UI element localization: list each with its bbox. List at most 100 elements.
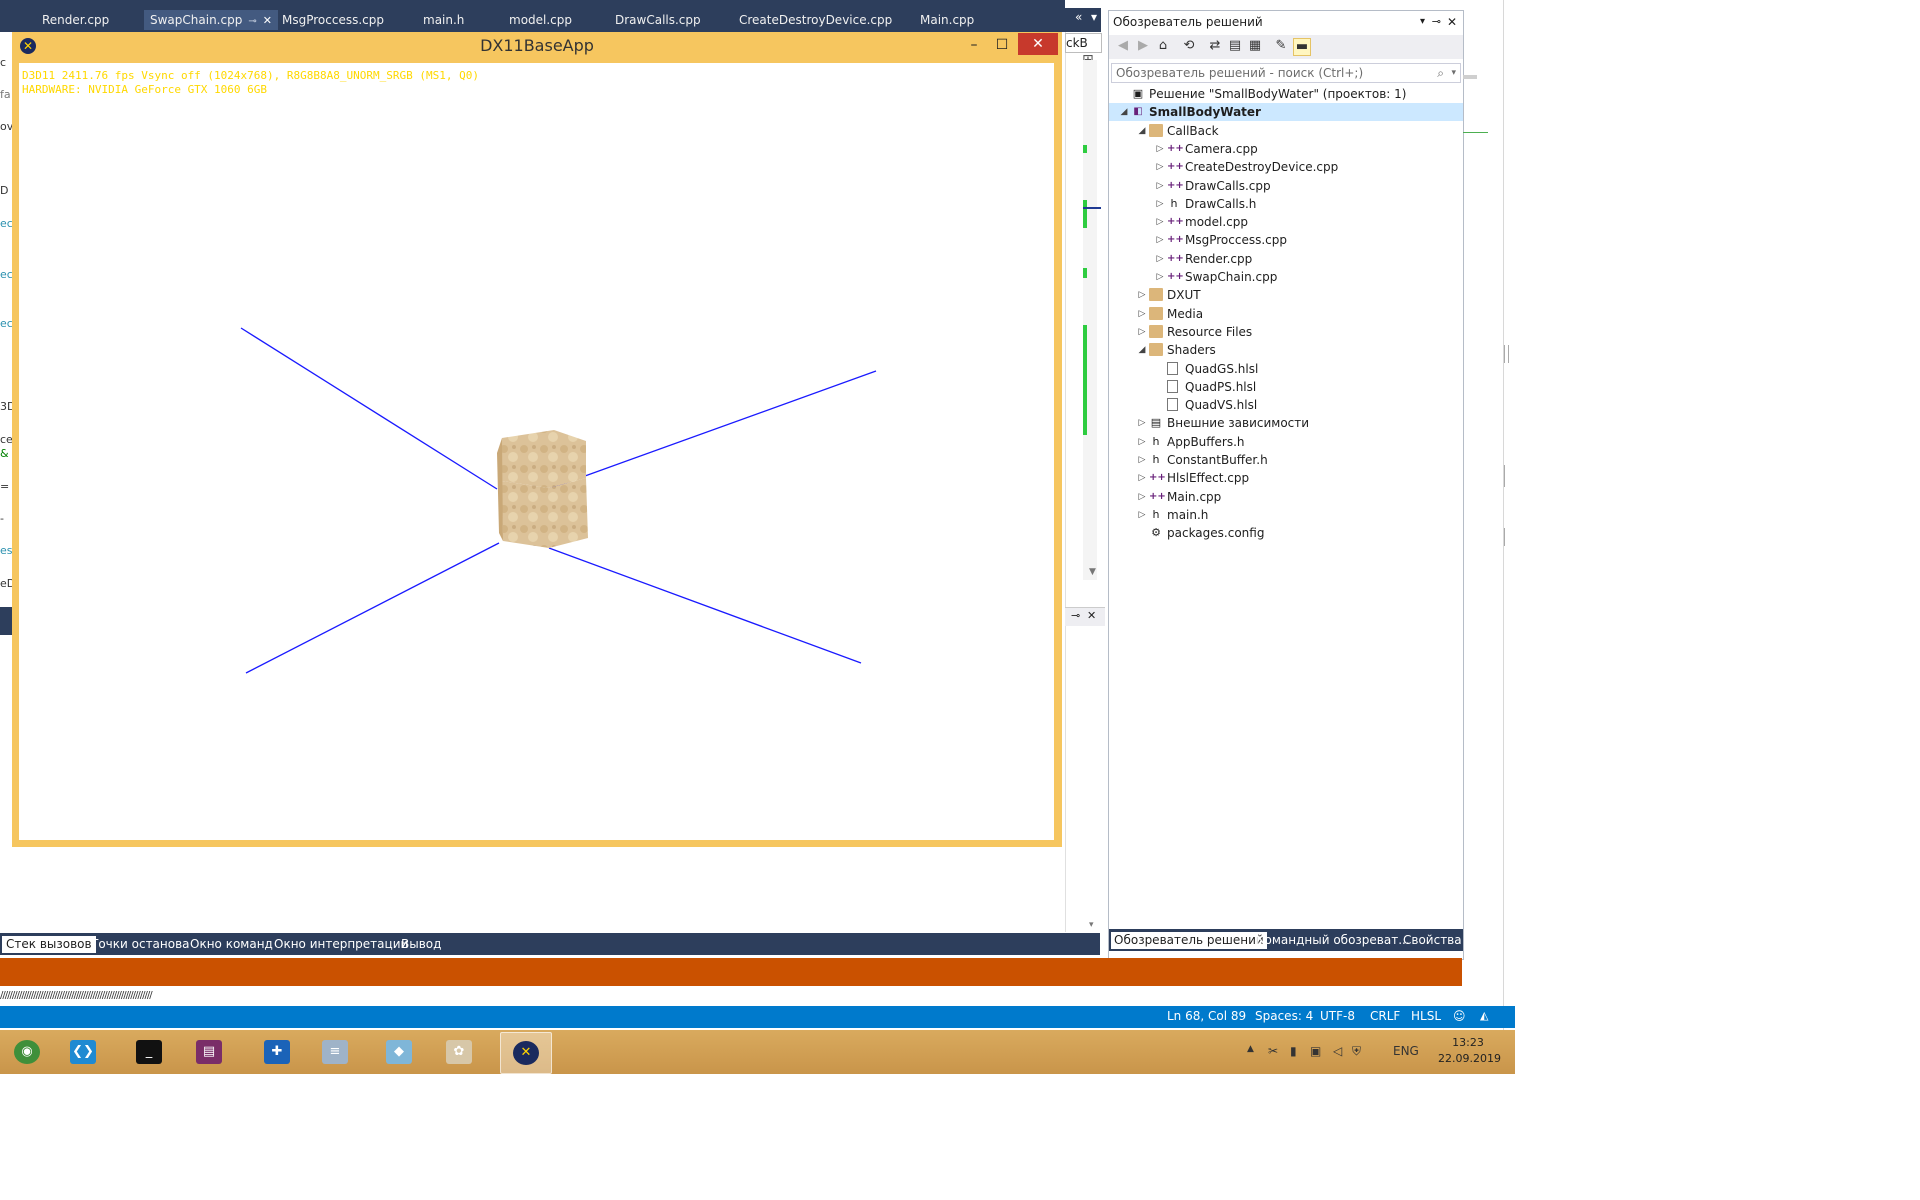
search-icon[interactable]: ⌕ <box>1437 64 1444 82</box>
close-icon[interactable]: ✕ <box>1087 609 1096 622</box>
pin-icon[interactable]: ⊸ <box>1071 609 1080 622</box>
tab-main-cpp[interactable]: Main.cpp <box>920 10 974 30</box>
tree-item[interactable]: QuadPS.hlsl <box>1109 378 1463 396</box>
expand-arrow-icon[interactable]: ▷ <box>1137 469 1147 487</box>
tree-item[interactable]: ▷ ++ HlslEffect.cpp <box>1109 469 1463 487</box>
taskbar-app-notepad[interactable]: ◆ <box>374 1032 424 1072</box>
tree-item[interactable]: ▷ ++ model.cpp <box>1109 213 1463 231</box>
notification-bell-icon[interactable]: ◭ <box>1480 1009 1488 1022</box>
cursor-position[interactable]: Ln 68, Col 89 <box>1167 1009 1246 1023</box>
tab-drawcalls-cpp[interactable]: DrawCalls.cpp <box>615 10 701 30</box>
expand-arrow-icon[interactable]: ▷ <box>1137 286 1147 304</box>
taskbar-app-vscode[interactable]: ❮❯ <box>58 1032 108 1072</box>
encoding[interactable]: UTF-8 <box>1320 1009 1355 1023</box>
pin-icon[interactable]: ⊸ <box>1432 11 1441 33</box>
expand-arrow-icon[interactable]: ◢ <box>1137 122 1147 140</box>
expand-arrow-icon[interactable]: ▷ <box>1155 195 1165 213</box>
taskbar-app-winrar[interactable]: ▤ <box>184 1032 234 1072</box>
render-viewport[interactable]: D3D11 2411.76 fps Vsync off (1024x768), … <box>19 63 1054 840</box>
line-ending[interactable]: CRLF <box>1370 1009 1400 1023</box>
tab-properties[interactable]: Свойства <box>1403 932 1462 949</box>
tree-item[interactable]: ▷ Media <box>1109 305 1463 323</box>
expand-arrow-icon[interactable]: ▷ <box>1155 250 1165 268</box>
tab-swapchain-cpp[interactable]: SwapChain.cpp ⊸ ✕ <box>144 10 278 30</box>
taskbar-app-dx11[interactable]: ✕ <box>500 1032 552 1074</box>
tree-item[interactable]: ▣ Решение "SmallBodyWater" (проектов: 1) <box>1109 85 1463 103</box>
overflow-tabs-icon[interactable]: « <box>1075 10 1082 24</box>
tree-item[interactable]: ▷ ++ DrawCalls.cpp <box>1109 177 1463 195</box>
forward-icon[interactable]: ▶ <box>1135 38 1151 54</box>
editor-scrollbar[interactable] <box>1083 60 1097 580</box>
tree-item[interactable]: QuadVS.hlsl <box>1109 396 1463 414</box>
expand-arrow-icon[interactable]: ▷ <box>1155 158 1165 176</box>
close-icon[interactable]: ✕ <box>263 14 272 27</box>
tree-item[interactable]: ⚙ packages.config <box>1109 524 1463 542</box>
preview-icon[interactable]: ▬ <box>1293 38 1311 56</box>
tab-output[interactable]: Вывод <box>401 936 441 953</box>
splitter-handle[interactable] <box>1504 528 1508 546</box>
expand-arrow-icon[interactable]: ▷ <box>1137 323 1147 341</box>
tree-item[interactable]: ▷ h AppBuffers.h <box>1109 433 1463 451</box>
language-mode[interactable]: HLSL <box>1411 1009 1441 1023</box>
tree-item[interactable]: ▷ ++ CreateDestroyDevice.cpp <box>1109 158 1463 176</box>
taskbar-app-defender[interactable]: ✚ <box>252 1032 302 1072</box>
history-icon[interactable]: ⟲ <box>1181 38 1197 54</box>
tree-item[interactable]: ▷ ++ Camera.cpp <box>1109 140 1463 158</box>
collapse-all-icon[interactable]: ▤ <box>1227 38 1243 54</box>
solution-search-input[interactable]: Обозреватель решений - поиск (Ctrl+;) ⌕ … <box>1111 63 1461 83</box>
tree-item[interactable]: ▷ DXUT <box>1109 286 1463 304</box>
tree-item[interactable]: ▷ ++ Render.cpp <box>1109 250 1463 268</box>
dx11-app-window[interactable]: ✕ DX11BaseApp – ☐ ✕ D3D11 2411.76 fps Vs… <box>12 32 1062 847</box>
home-icon[interactable]: ⌂ <box>1155 38 1171 54</box>
dropdown-icon[interactable]: ▾ <box>1420 11 1425 33</box>
member-combo[interactable]: ckB <box>1065 33 1102 53</box>
splitter-handle[interactable] <box>1504 465 1508 487</box>
tab-team-explorer[interactable]: Командный обозреват... <box>1256 932 1410 949</box>
chevron-down-icon[interactable]: ▾ <box>1451 64 1456 82</box>
pin-icon[interactable]: ⊸ <box>248 16 256 27</box>
tab-immediate-window[interactable]: Окно интерпретации <box>274 936 408 953</box>
sync-icon[interactable]: ⇄ <box>1207 38 1223 54</box>
expand-arrow-icon[interactable]: ▷ <box>1137 433 1147 451</box>
close-icon[interactable]: ✕ <box>1447 11 1457 33</box>
tray-network-icon[interactable]: ▣ <box>1310 1044 1321 1058</box>
tray-overflow-icon[interactable]: ▲ <box>1247 1044 1254 1054</box>
expand-arrow-icon[interactable]: ▷ <box>1155 140 1165 158</box>
expand-arrow-icon[interactable]: ◢ <box>1119 103 1129 121</box>
tree-item[interactable]: ▷ h main.h <box>1109 506 1463 524</box>
taskbar-app-stack[interactable]: ≡ <box>310 1032 360 1072</box>
scroll-down-icon[interactable]: ▼ <box>1089 567 1096 577</box>
expand-arrow-icon[interactable]: ▷ <box>1137 414 1147 432</box>
tray-tool-icon[interactable]: ✂ <box>1268 1044 1278 1058</box>
expand-arrow-icon[interactable]: ▷ <box>1155 177 1165 195</box>
minimize-button[interactable]: – <box>962 34 986 56</box>
tree-item[interactable]: ▷ Resource Files <box>1109 323 1463 341</box>
tab-main-h[interactable]: main.h <box>423 10 464 30</box>
maximize-button[interactable]: ☐ <box>990 34 1014 56</box>
expand-arrow-icon[interactable]: ▷ <box>1137 305 1147 323</box>
tab-model-cpp[interactable]: model.cpp <box>509 10 572 30</box>
taskbar-app-art[interactable]: ✿ <box>434 1032 484 1072</box>
splitter-handle[interactable] <box>1504 345 1509 363</box>
tree-item[interactable]: QuadGS.hlsl <box>1109 360 1463 378</box>
expand-arrow-icon[interactable]: ▷ <box>1155 213 1165 231</box>
taskbar-app-network[interactable]: ◉ <box>2 1032 52 1072</box>
indentation[interactable]: Spaces: 4 <box>1255 1009 1313 1023</box>
expand-arrow-icon[interactable]: ▷ <box>1155 231 1165 249</box>
show-all-icon[interactable]: ▦ <box>1247 38 1263 54</box>
tree-item[interactable]: ◢ CallBack <box>1109 122 1463 140</box>
expand-arrow-icon[interactable]: ▷ <box>1137 451 1147 469</box>
properties-icon[interactable]: ✎ <box>1273 38 1289 54</box>
tab-dropdown-icon[interactable]: ▾ <box>1091 10 1097 24</box>
tab-solution-explorer[interactable]: Обозреватель решений <box>1111 932 1267 949</box>
tab-msgproccess-cpp[interactable]: MsgProccess.cpp <box>282 10 384 30</box>
feedback-smiley-icon[interactable]: ☺ <box>1453 1009 1466 1023</box>
taskbar-clock[interactable]: 13:23 22.09.2019 <box>1438 1035 1501 1067</box>
tree-item[interactable]: ▷ ++ SwapChain.cpp <box>1109 268 1463 286</box>
expand-arrow-icon[interactable]: ▷ <box>1155 268 1165 286</box>
input-language[interactable]: ENG <box>1393 1044 1419 1058</box>
tab-breakpoints[interactable]: Точки останова <box>91 936 190 953</box>
tab-call-stack[interactable]: Стек вызовов <box>2 936 96 953</box>
tray-battery-icon[interactable]: ▮ <box>1290 1044 1297 1058</box>
tree-item[interactable]: ▷ h DrawCalls.h <box>1109 195 1463 213</box>
